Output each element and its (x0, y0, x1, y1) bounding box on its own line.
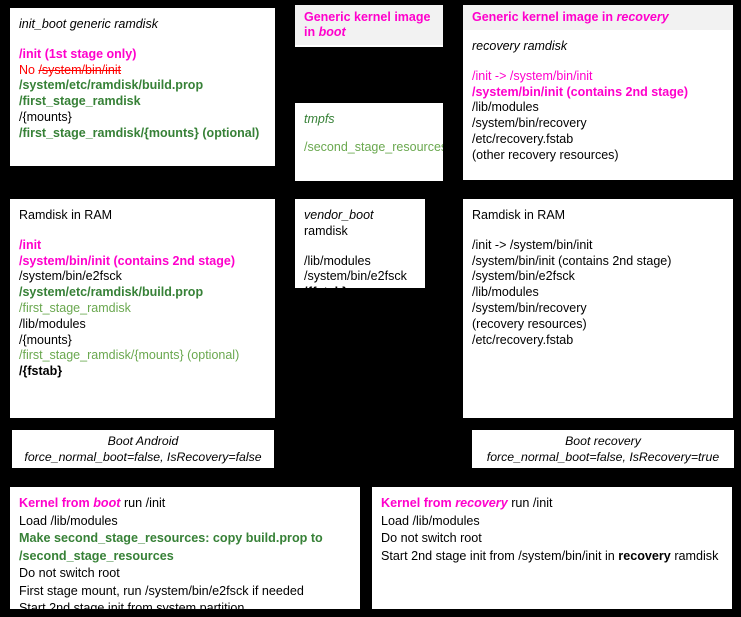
gki-recovery-line-other-resources: (other recovery resources) (472, 147, 619, 162)
kernel-recovery-tail: ramdisk (674, 548, 719, 563)
boot-android-label: Boot Android (107, 434, 179, 448)
vendor-boot-title-italic: vendor_boot (304, 208, 374, 222)
kernel-boot-line-make-second-stage-resources: Make second_stage_resources: copy build.… (19, 531, 323, 563)
kernel-recovery-heading: Kernel from recovery run /init (381, 495, 723, 513)
boot-android-body: Boot Android force_normal_boot=false, Is… (12, 430, 274, 465)
struck-path: /system/bin/init (38, 62, 122, 77)
gki-boot-header-box: Generic kernel image in boot (295, 5, 443, 47)
vendor-boot-body: vendor_boot ramdisk /lib/modules /system… (295, 199, 425, 288)
gki-recovery-header: Generic kernel image in recovery (463, 5, 733, 30)
gki-recovery-line-system-bin-init: /system/bin/init (contains 2nd stage) (472, 84, 689, 99)
boot-android-flags: force_normal_boot=false, IsRecovery=fals… (24, 450, 262, 464)
vendor-boot-line-e2fsck: /system/bin/e2fsck (304, 269, 407, 284)
vendor-boot-title: vendor_boot ramdisk (304, 208, 416, 240)
ramdisk-right-title: Ramdisk in RAM (472, 208, 566, 222)
kernel-recovery-heading-prefix: Kernel from (381, 496, 456, 510)
kernel-recovery-line-start-second-stage: Start 2nd stage init from /system/bin/in… (381, 548, 723, 566)
gki-boot-header: Generic kernel image in boot (295, 5, 443, 45)
boot-recovery-body: Boot recovery force_normal_boot=false, I… (472, 430, 734, 465)
diagram-canvas: { "colors": { "magenta": "#ff00cc", "red… (0, 0, 741, 617)
ramdisk-right-line-system-bin-init: /system/bin/init (contains 2nd stage) (472, 253, 672, 268)
kernel-recovery-bold-recovery: recovery (618, 548, 671, 563)
init-boot-line-mounts: /{mounts} (19, 109, 72, 124)
ramdisk-left-line-buildprop: /system/etc/ramdisk/build.prop (19, 285, 204, 300)
boot-recovery-label: Boot recovery (565, 434, 641, 448)
no-prefix: No (19, 62, 39, 77)
kernel-recovery-line-no-switch-root: Do not switch root (381, 531, 482, 545)
tmpfs-body: tmpfs /second_stage_resources/system/etc… (295, 103, 443, 164)
init-boot-line-no-system-bin-init: No /system/bin/init (19, 63, 266, 79)
kernel-from-boot-flow-box: Kernel from boot run /init Load /lib/mod… (10, 487, 360, 609)
kernel-recovery-body: Kernel from recovery run /init Load /lib… (372, 487, 732, 573)
gki-recovery-line-lib-modules: /lib/modules (472, 100, 539, 115)
ramdisk-left-line-mounts: /{mounts} (19, 332, 72, 347)
gki-recovery-body: recovery ramdisk /init -> /system/bin/in… (463, 30, 733, 172)
ramdisk-right-line-lib-modules: /lib/modules (472, 285, 539, 300)
ramdisk-right-line-e2fsck: /system/bin/e2fsck (472, 269, 575, 284)
gki-recovery-header-prefix: Generic kernel image in (472, 10, 617, 24)
kernel-boot-heading-italic: boot (93, 496, 121, 510)
kernel-recovery-start-prefix: Start 2nd stage init from /system/bin/in… (381, 548, 619, 563)
tmpfs-line-second-stage-resources: /second_stage_resources/system/etc/ramdi… (304, 139, 443, 154)
ramdisk-left-title: Ramdisk in RAM (19, 208, 113, 222)
ramdisk-right-line-recovery-resources: (recovery resources) (472, 316, 587, 331)
ramdisk-right-body: Ramdisk in RAM /init -> /system/bin/init… (463, 199, 733, 356)
ramdisk-in-ram-right-box: Ramdisk in RAM /init -> /system/bin/init… (463, 199, 733, 418)
init-boot-ramdisk-box: init_boot generic ramdisk /init (1st sta… (10, 8, 275, 166)
vendor-boot-title-rest: ramdisk (304, 223, 348, 238)
kernel-boot-line-first-stage-mount: First stage mount, run /system/bin/e2fsc… (19, 583, 304, 598)
kernel-boot-body: Kernel from boot run /init Load /lib/mod… (10, 487, 360, 609)
init-boot-line-first-stage-mounts: /first_stage_ramdisk/{mounts} (optional) (19, 125, 260, 140)
gki-recovery-line-init-symlink: /init -> /system/bin/init (472, 68, 593, 83)
gki-boot-header-italic: boot (318, 25, 346, 39)
gki-recovery-header-italic: recovery (616, 10, 669, 24)
ramdisk-left-line-lib-modules: /lib/modules (19, 316, 86, 331)
gki-recovery-line-system-bin-recovery: /system/bin/recovery (472, 116, 587, 131)
gki-recovery-title: recovery ramdisk (472, 39, 568, 53)
ramdisk-left-line-first-stage-mounts: /first_stage_ramdisk/{mounts} (optional) (19, 348, 240, 363)
gki-recovery-box: Generic kernel image in recovery recover… (463, 5, 733, 180)
ramdisk-right-line-init-symlink: /init -> /system/bin/init (472, 237, 593, 252)
kernel-recovery-heading-suffix: run /init (507, 496, 553, 510)
ramdisk-left-line-e2fsck: /system/bin/e2fsck (19, 269, 122, 284)
kernel-boot-heading: Kernel from boot run /init (19, 495, 351, 513)
vendor-boot-line-fstab: /{fstab} (304, 285, 416, 288)
kernel-boot-heading-suffix: run /init (120, 496, 166, 510)
tmpfs-box: tmpfs /second_stage_resources/system/etc… (295, 103, 443, 181)
boot-recovery-flags: force_normal_boot=false, IsRecovery=true (486, 450, 720, 464)
kernel-from-recovery-flow-box: Kernel from recovery run /init Load /lib… (372, 487, 732, 609)
boot-android-box: Boot Android force_normal_boot=false, Is… (12, 430, 274, 468)
ramdisk-left-line-first-stage-ramdisk: /first_stage_ramdisk (19, 300, 131, 315)
tmpfs-title: tmpfs (304, 112, 335, 126)
ramdisk-left-line-fstab: /{fstab} (19, 364, 63, 379)
kernel-boot-heading-prefix: Kernel from (19, 496, 94, 510)
ramdisk-left-body: Ramdisk in RAM /init /system/bin/init (c… (10, 199, 275, 388)
vendor-boot-ramdisk-box: vendor_boot ramdisk /lib/modules /system… (295, 199, 425, 288)
kernel-boot-line-start-second-stage: Start 2nd stage init from system partiti… (19, 601, 245, 609)
init-boot-body: init_boot generic ramdisk /init (1st sta… (10, 8, 275, 150)
kernel-boot-line-load-modules: Load /lib/modules (19, 513, 118, 528)
kernel-recovery-heading-italic: recovery (455, 496, 508, 510)
boot-recovery-box: Boot recovery force_normal_boot=false, I… (472, 430, 734, 468)
gki-recovery-line-recovery-fstab: /etc/recovery.fstab (472, 131, 574, 146)
init-boot-line-init: /init (1st stage only) (19, 46, 137, 61)
init-boot-line-buildprop: /system/etc/ramdisk/build.prop (19, 78, 204, 93)
ramdisk-in-ram-left-box: Ramdisk in RAM /init /system/bin/init (c… (10, 199, 275, 418)
kernel-recovery-line-load-modules: Load /lib/modules (381, 513, 480, 528)
ramdisk-left-line-system-bin-init: /system/bin/init (contains 2nd stage) (19, 253, 236, 268)
vendor-boot-line-lib-modules: /lib/modules (304, 253, 371, 268)
init-boot-title: init_boot generic ramdisk (19, 17, 158, 31)
ramdisk-left-line-init: /init (19, 237, 42, 252)
ramdisk-right-line-recovery-fstab: /etc/recovery.fstab (472, 332, 574, 347)
init-boot-line-first-stage-ramdisk: /first_stage_ramdisk (19, 94, 141, 109)
ramdisk-right-line-system-bin-recovery: /system/bin/recovery (472, 300, 587, 315)
kernel-boot-line-no-switch-root: Do not switch root (19, 566, 120, 580)
